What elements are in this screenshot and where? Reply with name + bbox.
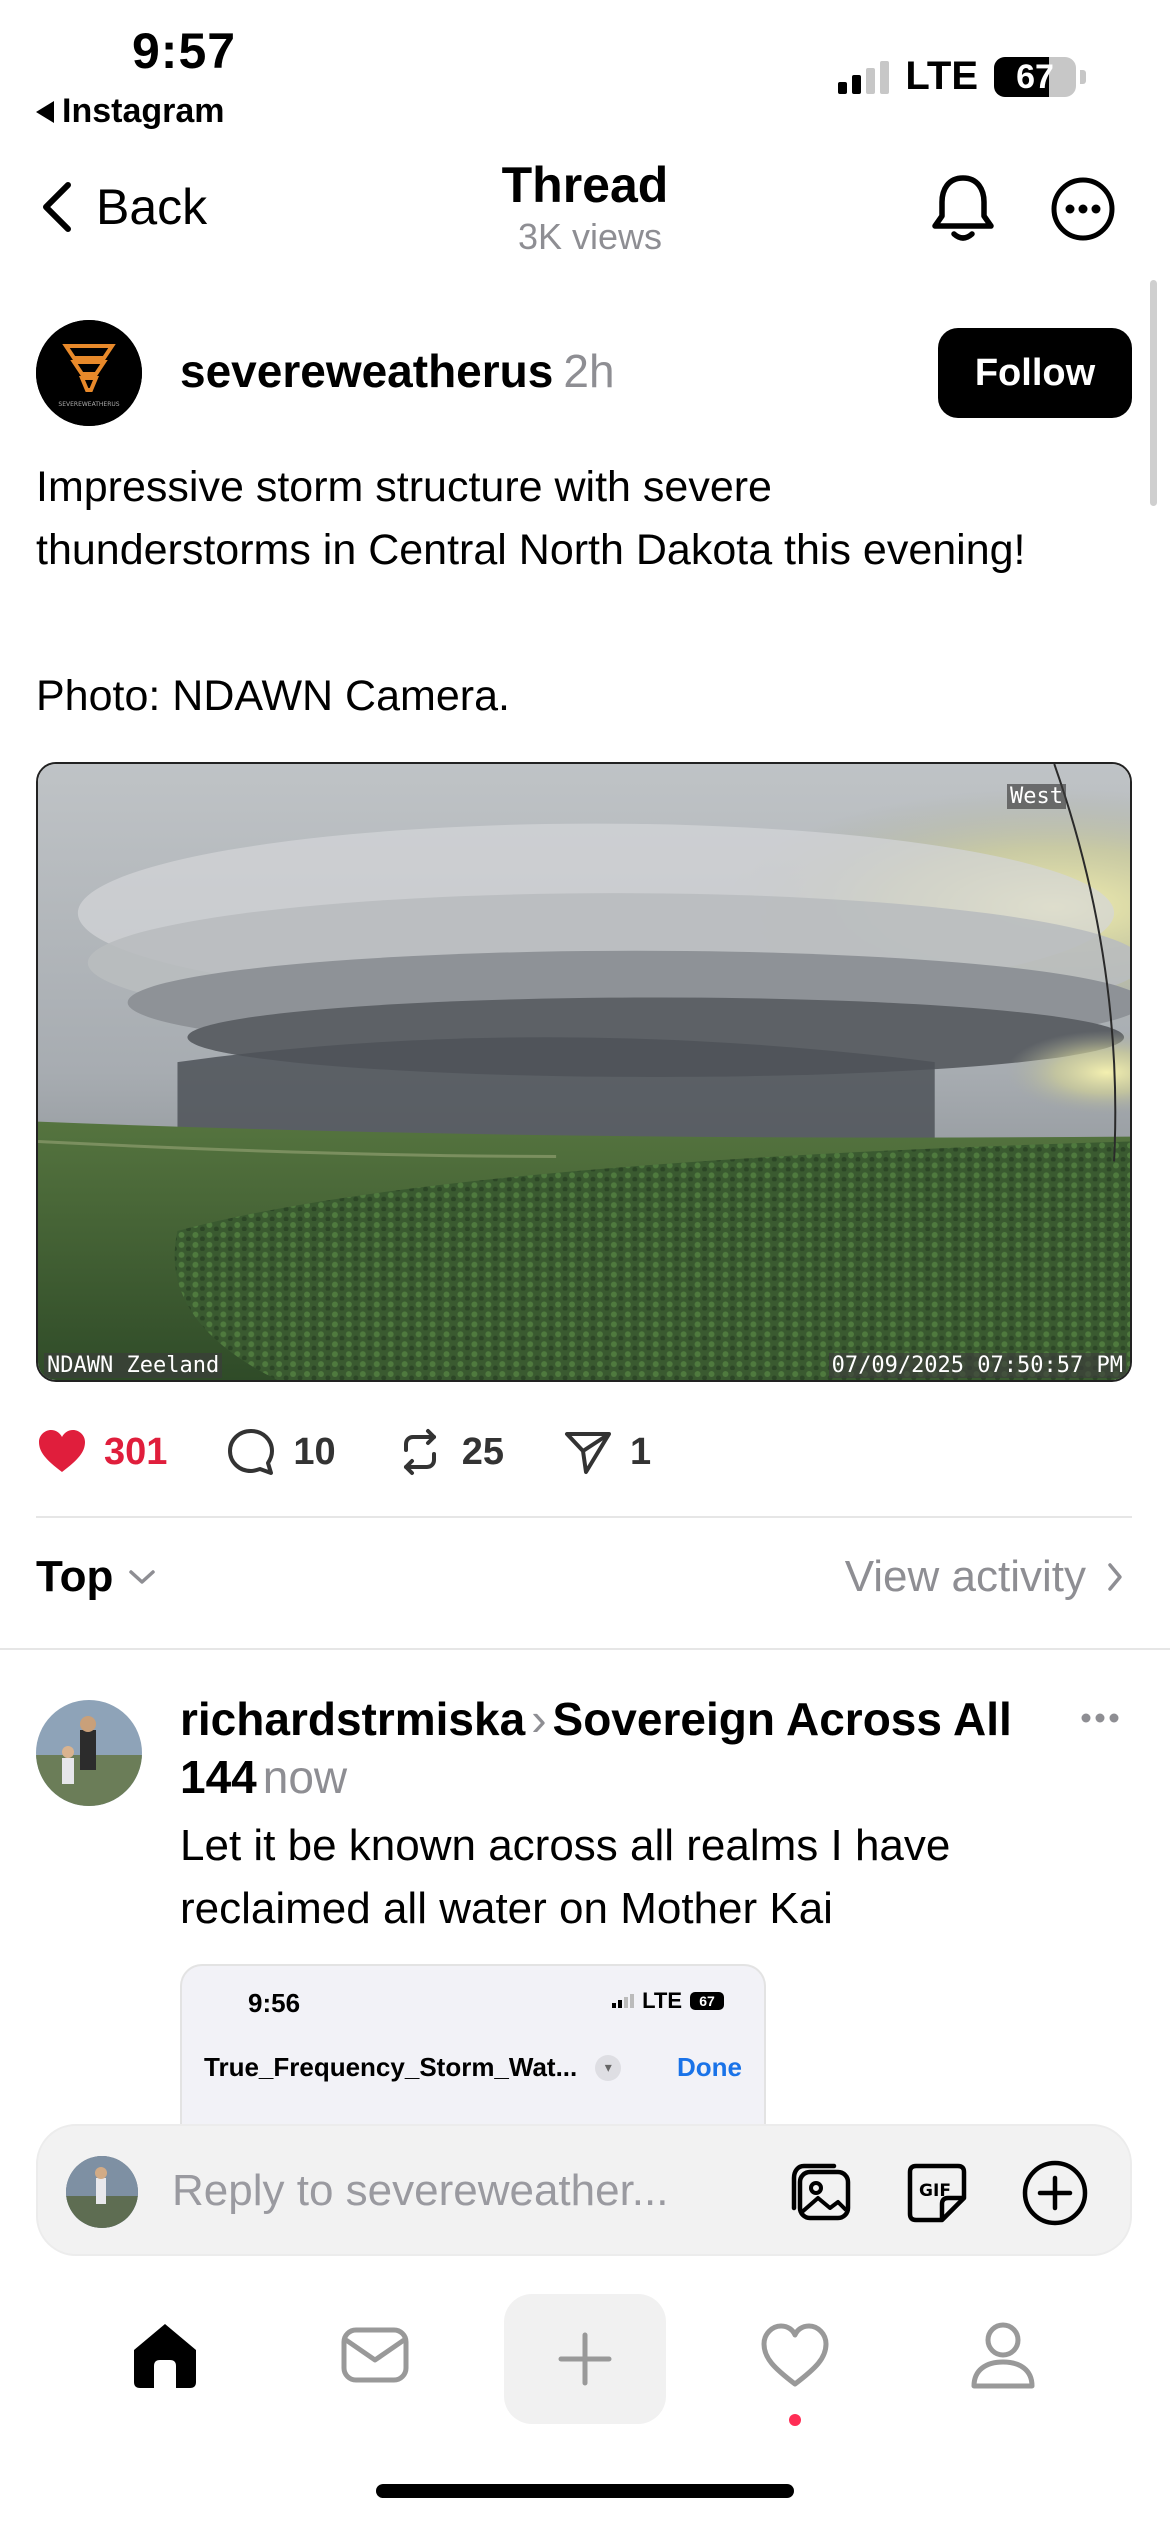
network-label: LTE <box>905 54 978 98</box>
status-time: 9:57 <box>132 23 237 79</box>
reply-text: Let it be known across all realms I have… <box>180 1821 951 1933</box>
like-button[interactable]: 301 <box>36 1426 167 1478</box>
author-avatar[interactable]: SEVEREWEATHERUS <box>36 320 142 426</box>
bottom-tab-bar <box>0 2290 1170 2440</box>
view-activity-link[interactable]: View activity <box>845 1552 1124 1602</box>
gallery-icon[interactable] <box>786 2158 856 2228</box>
repost-button[interactable]: 25 <box>394 1426 504 1478</box>
more-options-icon[interactable] <box>1050 176 1116 242</box>
reply-input[interactable]: Reply to severeweather... <box>172 2166 668 2216</box>
post-text: Impressive storm structure with severe t… <box>36 463 1026 574</box>
storm-photo-image <box>38 764 1130 1380</box>
heart-icon[interactable] <box>758 2318 832 2392</box>
signal-icon <box>838 60 890 94</box>
reply-header: richardstrmiska › Sovereign Across All 144… <box>180 1690 1020 1806</box>
gif-icon[interactable]: GIF <box>902 2158 972 2228</box>
add-circle-icon[interactable] <box>1020 2158 1090 2228</box>
author-username[interactable]: severeweatherus <box>180 345 553 397</box>
photo-timestamp: 07/09/2025 07:50:57 PM <box>828 1353 1126 1378</box>
avatar-logo-text: SEVEREWEATHERUS <box>58 401 119 408</box>
divider <box>36 1516 1132 1518</box>
post-time: 2h <box>563 345 615 397</box>
like-count: 301 <box>104 1430 168 1473</box>
comment-count: 10 <box>293 1430 336 1473</box>
send-icon <box>564 1432 611 1474</box>
back-triangle-icon <box>36 100 54 123</box>
plus-icon <box>558 2332 612 2386</box>
follow-button[interactable]: Follow <box>938 328 1132 418</box>
sort-selector[interactable]: Top <box>36 1552 157 1602</box>
notification-dot <box>789 2414 801 2426</box>
status-bar: 9:57 Instagram LTE 67 <box>0 0 1170 140</box>
chevron-right-icon <box>1108 1563 1122 1591</box>
profile-icon[interactable] <box>966 2318 1040 2392</box>
share-button[interactable]: 1 <box>562 1426 651 1478</box>
create-post-button[interactable] <box>504 2294 666 2424</box>
embed-filename: True_Frequency_Storm_Wat... <box>204 2052 578 2082</box>
reply-author-avatar[interactable] <box>36 1700 142 1806</box>
divider <box>0 1648 1170 1650</box>
reply-username[interactable]: richardstrmiska <box>180 1693 525 1745</box>
home-indicator[interactable] <box>376 2484 794 2498</box>
post-credit: Photo: NDAWN Camera. <box>36 672 510 720</box>
repost-icon <box>403 1429 436 1475</box>
inbox-icon[interactable] <box>338 2318 412 2392</box>
reply-composer[interactable]: Reply to severeweather... GIF <box>36 2124 1132 2256</box>
heart-filled-icon <box>39 1430 85 1472</box>
embed-filename-row: True_Frequency_Storm_Wat... ▾ <box>204 2052 622 2083</box>
chevron-down-icon: ▾ <box>595 2054 622 2081</box>
embed-done-label: Done <box>677 2052 742 2082</box>
repost-count: 25 <box>461 1430 504 1473</box>
comment-button[interactable]: 10 <box>225 1426 336 1478</box>
post-photo[interactable]: West NDAWN Zeeland 07/09/2025 07:50:57 P… <box>36 762 1132 1382</box>
embed-status-indicators: LTE 67 <box>612 1988 724 2014</box>
bell-icon[interactable] <box>928 170 998 246</box>
thread-header: Back Thread 3K views <box>0 140 1170 270</box>
author-row: severeweatherus 2h <box>180 344 615 398</box>
share-count: 1 <box>629 1430 652 1473</box>
current-user-avatar <box>66 2156 138 2228</box>
battery-icon: 67 <box>994 56 1076 97</box>
comment-bubble-icon <box>228 1429 275 1475</box>
embed-battery: 67 <box>690 1992 724 2010</box>
chevron-right-icon: › <box>531 1693 547 1745</box>
status-indicators: LTE 67 <box>838 54 1086 99</box>
reply-time: now <box>262 1751 348 1803</box>
embed-status-time: 9:56 <box>248 1988 301 2018</box>
battery-percent: 67 <box>1016 57 1054 96</box>
back-app-label: Instagram <box>62 92 225 130</box>
post-actions: 301 10 25 1 <box>36 1420 709 1484</box>
chevron-down-icon <box>129 1570 156 1584</box>
direction-label: West <box>1007 784 1066 809</box>
sort-label: Top <box>36 1552 114 1601</box>
home-icon[interactable] <box>128 2318 202 2392</box>
view-activity-label: View activity <box>844 1552 1086 1601</box>
reply-more-icon[interactable] <box>1080 1712 1120 1724</box>
embed-network: LTE <box>642 1988 682 2013</box>
scroll-indicator[interactable] <box>1150 280 1157 506</box>
svg-text:GIF: GIF <box>919 2181 951 2201</box>
station-label: NDAWN Zeeland <box>44 1353 223 1378</box>
back-to-app-link[interactable]: Instagram <box>36 92 225 131</box>
